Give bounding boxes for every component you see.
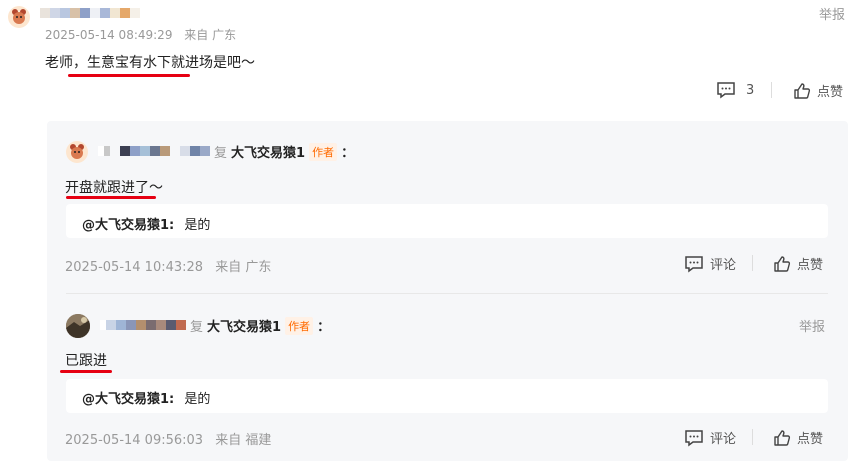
comment-icon [684,429,704,447]
colon: ： [341,146,355,161]
like-button[interactable]: 点赞 [773,428,823,447]
reply-to-name[interactable]: 大飞交易猿1 [231,142,305,161]
report-link[interactable]: 举报 [799,316,825,335]
reply-text: 开盘就跟进了～ [65,180,163,196]
quoted-comment: @大飞交易猿1: 是的 [66,204,828,238]
quote-author[interactable]: @大飞交易猿1: [82,218,174,233]
reply-prefix: 复 [214,146,228,161]
comment-text: 老师，生意宝有水下就进场是吧～ [45,55,255,71]
highlight-underline [60,370,112,373]
masked-username[interactable] [98,146,210,156]
highlight-underline [68,74,190,77]
reply-location: 来自 福建 [215,433,272,448]
quoted-comment: @大飞交易猿1: 是的 [66,379,828,413]
comment-icon [684,255,704,273]
reply-avatar[interactable] [66,314,90,338]
author-badge: 作者 [285,316,314,335]
reply-text: 已跟进 [65,353,107,369]
comment-button[interactable]: 评论 [684,254,736,273]
comment-timestamp: 2025-05-14 08:49:29 [45,28,173,42]
avatar-icon [70,144,84,159]
divider [752,429,753,445]
comment-icon [716,81,736,99]
comment-label: 评论 [710,432,737,447]
colon: ： [317,320,331,335]
like-button[interactable]: 点赞 [773,254,823,273]
quote-author[interactable]: @大飞交易猿1: [82,392,174,407]
like-label: 点赞 [797,432,824,447]
reply-prefix: 复 [190,320,204,335]
avatar-icon [8,6,30,28]
highlight-underline [66,196,156,199]
reply-timestamp: 2025-05-14 10:43:28 [65,260,204,275]
like-label: 点赞 [797,258,824,273]
report-link[interactable]: 举报 [819,4,845,23]
comment-label: 评论 [710,258,737,273]
masked-username[interactable] [100,320,186,330]
masked-username[interactable] [40,8,140,18]
thumbs-up-icon [793,82,811,100]
divider [752,255,753,271]
thumbs-up-icon [773,255,791,273]
like-label: 点赞 [817,85,844,100]
avatar-icon [66,314,90,338]
author-badge: 作者 [309,142,338,161]
reply-location: 来自 广东 [215,260,272,275]
comment-button[interactable]: 评论 [684,428,736,447]
thumbs-up-icon [773,429,791,447]
avatar[interactable] [8,6,30,28]
reply-divider [66,293,828,294]
reply-timestamp: 2025-05-14 09:56:03 [65,433,204,448]
reply-count: 3 [746,82,755,98]
reply-to-name[interactable]: 大飞交易猿1 [207,316,281,335]
quote-text: 是的 [184,392,211,407]
divider [771,82,772,98]
reply-avatar[interactable] [66,141,88,163]
like-button[interactable]: 点赞 [793,81,843,100]
reply-count-button[interactable]: 3 [716,81,754,99]
comment-location: 来自 广东 [184,28,237,42]
quote-text: 是的 [184,218,211,233]
